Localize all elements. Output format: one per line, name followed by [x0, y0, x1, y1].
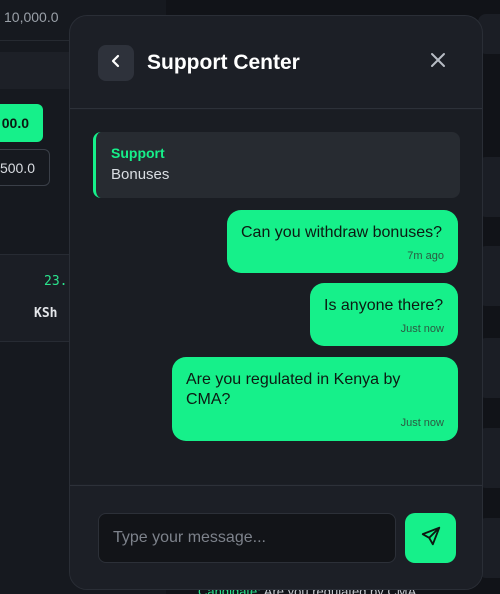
background-currency: KSh	[34, 306, 58, 321]
user-message: Is anyone there? Just now	[310, 283, 458, 346]
user-message: Can you withdraw bonuses? 7m ago	[227, 210, 458, 273]
background-amount-input[interactable]: 500.0	[0, 149, 50, 186]
user-message-time: 7m ago	[407, 250, 444, 262]
close-icon	[430, 52, 446, 73]
system-message: Support Bonuses	[93, 132, 460, 198]
user-message-text: Can you withdraw bonuses?	[241, 224, 443, 241]
chevron-left-icon	[109, 54, 123, 73]
back-button[interactable]	[98, 45, 134, 81]
support-chat-modal: Support Center Support Bonuses Can you w…	[69, 15, 483, 590]
message-input[interactable]	[98, 513, 396, 563]
send-icon	[420, 525, 442, 552]
send-button[interactable]	[405, 513, 456, 563]
modal-title: Support Center	[147, 51, 300, 74]
system-message-text: Bonuses	[111, 166, 170, 183]
message-composer	[70, 485, 482, 589]
modal-header: Support Center	[70, 16, 482, 109]
system-message-sender: Support	[111, 145, 165, 161]
background-balance: 10,000.0	[4, 9, 59, 25]
user-message-text: Are you regulated in Kenya by CMA?	[186, 371, 401, 408]
user-message-time: Just now	[400, 417, 444, 429]
background-amount-button[interactable]: 00.0	[0, 104, 43, 142]
message-list[interactable]: Support Bonuses Can you withdraw bonuses…	[70, 110, 482, 484]
user-message: Are you regulated in Kenya by CMA? Just …	[172, 357, 458, 441]
close-button[interactable]	[426, 50, 450, 74]
background-odds-value: 23.	[44, 274, 68, 289]
user-message-text: Is anyone there?	[324, 297, 444, 314]
user-message-time: Just now	[400, 323, 444, 335]
